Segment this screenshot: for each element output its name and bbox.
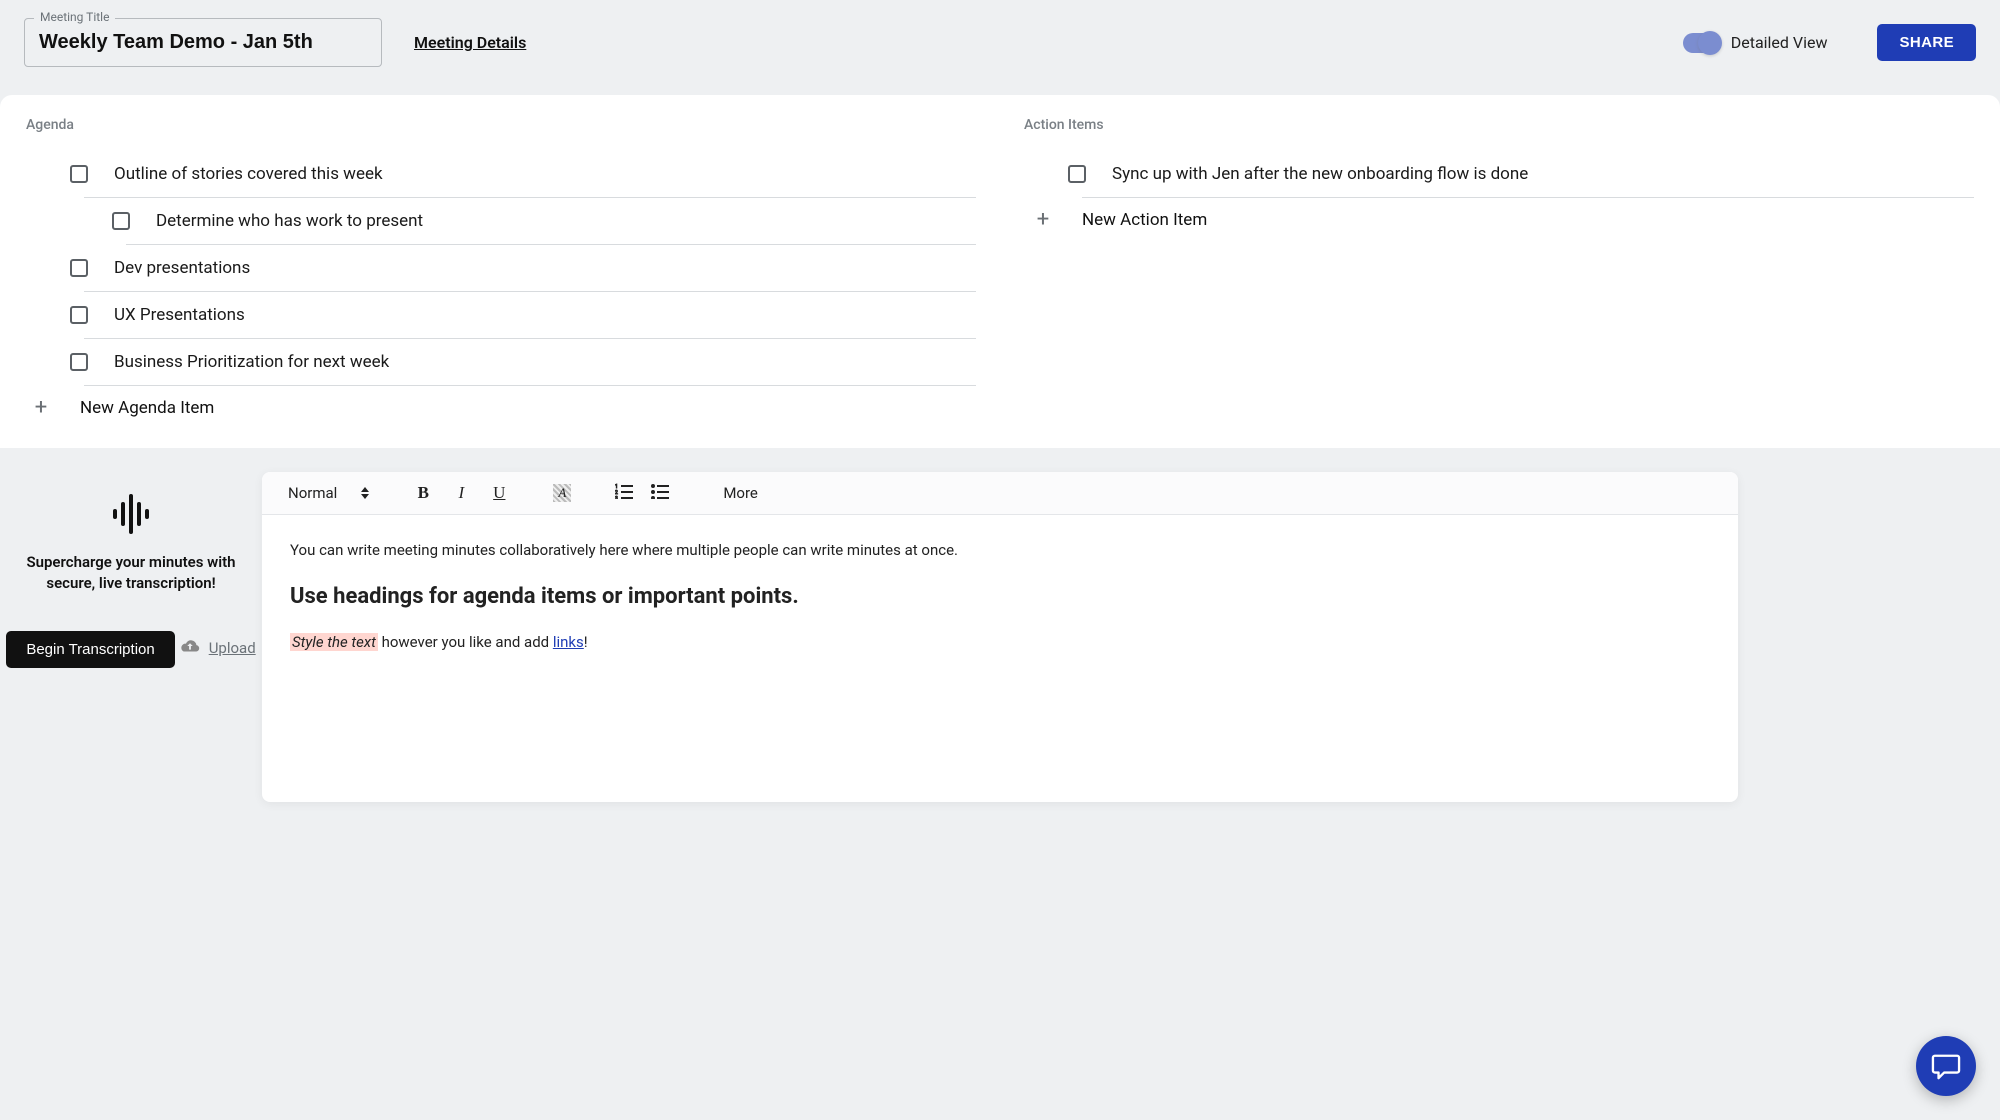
action-items-title: Action Items xyxy=(1024,117,1974,133)
agenda-item[interactable]: UX Presentations xyxy=(26,292,976,338)
share-button[interactable]: SHARE xyxy=(1877,24,1976,61)
editor-toolbar: Normal B I U A 123 More xyxy=(262,472,1738,515)
checkbox-icon[interactable] xyxy=(1068,165,1086,183)
meeting-title-input[interactable] xyxy=(24,18,382,67)
agenda-item[interactable]: Outline of stories covered this week xyxy=(26,151,976,197)
sort-icon xyxy=(361,487,369,499)
begin-transcription-button[interactable]: Begin Transcription xyxy=(6,631,174,668)
style-select[interactable]: Normal xyxy=(288,480,369,506)
chat-fab[interactable] xyxy=(1916,1036,1976,1096)
meeting-title-field: Meeting Title xyxy=(24,18,382,67)
chat-icon xyxy=(1931,1052,1961,1080)
detailed-view-label: Detailed View xyxy=(1731,33,1828,52)
plus-icon: + xyxy=(32,399,50,417)
detailed-view-toggle-group: Detailed View xyxy=(1683,33,1828,53)
minutes-editor: Normal B I U A 123 More You can write me… xyxy=(262,472,1738,802)
waveform-icon xyxy=(113,492,149,536)
action-items-panel: Action Items Sync up with Jen after the … xyxy=(1024,117,1974,418)
highlight-button[interactable]: A xyxy=(553,484,571,502)
editor-heading: Use headings for agenda items or importa… xyxy=(290,580,1710,613)
editor-body[interactable]: You can write meeting minutes collaborat… xyxy=(262,515,1738,695)
new-agenda-label: New Agenda Item xyxy=(80,398,214,418)
header-bar: Meeting Title Meeting Details Detailed V… xyxy=(0,0,2000,95)
agenda-item-text: Dev presentations xyxy=(114,258,250,278)
agenda-panel: Agenda Outline of stories covered this w… xyxy=(26,117,976,418)
agenda-item-text: UX Presentations xyxy=(114,305,245,325)
agenda-item-text: Business Prioritization for next week xyxy=(114,352,389,372)
editor-link[interactable]: links xyxy=(553,633,584,651)
more-button[interactable]: More xyxy=(723,484,758,502)
highlighted-text: Style the text xyxy=(290,633,378,651)
checkbox-icon[interactable] xyxy=(70,259,88,277)
checkbox-icon[interactable] xyxy=(70,353,88,371)
editor-paragraph: Style the text however you like and add … xyxy=(290,631,1710,654)
checkbox-icon[interactable] xyxy=(112,212,130,230)
new-agenda-item[interactable]: + New Agenda Item xyxy=(26,386,976,418)
lower-area: Supercharge your minutes with secure, li… xyxy=(0,448,2000,802)
meeting-details-link[interactable]: Meeting Details xyxy=(414,33,526,52)
checkbox-icon[interactable] xyxy=(70,165,88,183)
checkbox-icon[interactable] xyxy=(70,306,88,324)
agenda-item[interactable]: Determine who has work to present xyxy=(26,198,976,244)
style-select-value: Normal xyxy=(288,484,337,502)
unordered-list-button[interactable] xyxy=(651,483,669,503)
editor-paragraph: You can write meeting minutes collaborat… xyxy=(290,539,1710,562)
agenda-item-text: Outline of stories covered this week xyxy=(114,164,383,184)
ordered-list-button[interactable]: 123 xyxy=(615,483,633,503)
meeting-title-label: Meeting Title xyxy=(34,10,115,24)
transcription-cta-text: Supercharge your minutes with secure, li… xyxy=(0,552,262,594)
new-action-item[interactable]: + New Action Item xyxy=(1028,198,1974,230)
cloud-upload-icon xyxy=(179,638,201,658)
agenda-item[interactable]: Dev presentations xyxy=(26,245,976,291)
svg-text:3: 3 xyxy=(615,496,618,499)
transcription-cta: Supercharge your minutes with secure, li… xyxy=(0,472,262,668)
underline-button[interactable]: U xyxy=(489,483,509,503)
action-item[interactable]: Sync up with Jen after the new onboardin… xyxy=(1024,151,1974,197)
upload-link[interactable]: Upload xyxy=(179,638,256,658)
detailed-view-toggle[interactable] xyxy=(1683,33,1721,53)
plus-icon: + xyxy=(1034,211,1052,229)
lists-panel: Agenda Outline of stories covered this w… xyxy=(0,95,2000,448)
new-action-label: New Action Item xyxy=(1082,210,1207,230)
italic-button[interactable]: I xyxy=(451,483,471,503)
action-item-text: Sync up with Jen after the new onboardin… xyxy=(1112,164,1528,184)
bold-button[interactable]: B xyxy=(413,483,433,503)
agenda-item-text: Determine who has work to present xyxy=(156,211,423,231)
agenda-item[interactable]: Business Prioritization for next week xyxy=(26,339,976,385)
agenda-title: Agenda xyxy=(26,117,976,133)
upload-label: Upload xyxy=(209,639,256,657)
